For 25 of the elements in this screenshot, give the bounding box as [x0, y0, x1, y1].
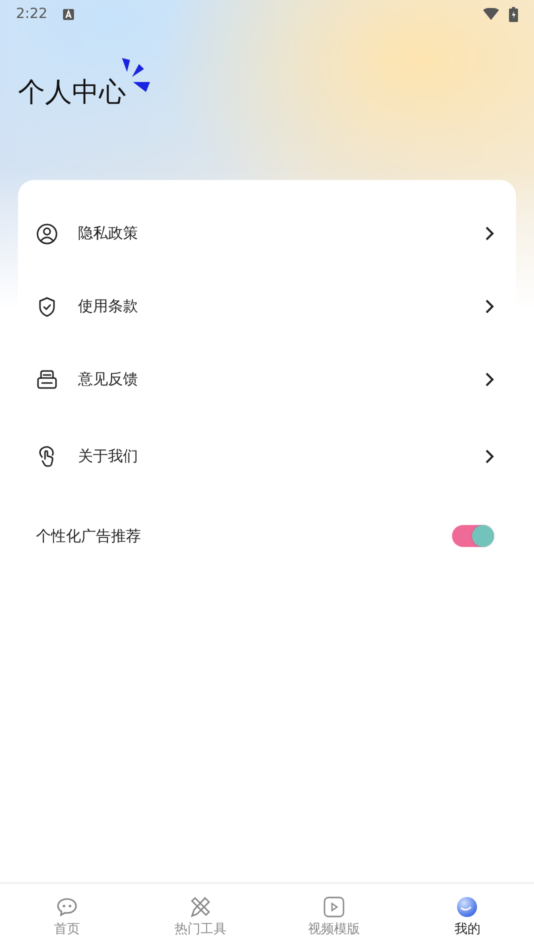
chevron-right-icon [485, 299, 494, 314]
nav-tab[interactable]: 热门工具 [134, 884, 267, 950]
nav-tab[interactable]: 首页 [0, 884, 134, 950]
toggle-switch[interactable] [452, 525, 494, 547]
chevron-right-icon [485, 372, 494, 387]
chevron-right-icon [485, 226, 494, 241]
chat-bubble-icon [54, 895, 79, 919]
blob-icon [455, 895, 480, 919]
pencil-ruler-icon [188, 895, 212, 919]
status-time: 2:22 [16, 6, 48, 22]
menu-item[interactable]: 意见反馈 [18, 343, 516, 416]
nav-tab[interactable]: 我的 [400, 884, 534, 950]
nav-tab[interactable]: 视频模版 [267, 884, 400, 950]
menu-item[interactable]: 隐私政策 [18, 197, 516, 270]
setting-label: 个性化广告推荐 [36, 526, 141, 546]
menu-item[interactable]: 使用条款 [18, 270, 516, 343]
battery-icon [509, 6, 518, 22]
chevron-right-icon [485, 448, 494, 464]
menu-item[interactable]: 关于我们 [18, 416, 516, 496]
page-title: 个人中心 [18, 77, 126, 109]
wifi-icon [483, 8, 499, 20]
tray-icon [36, 368, 58, 390]
play-icon [322, 895, 346, 919]
person-icon [36, 222, 58, 244]
notification-icon [63, 8, 74, 20]
